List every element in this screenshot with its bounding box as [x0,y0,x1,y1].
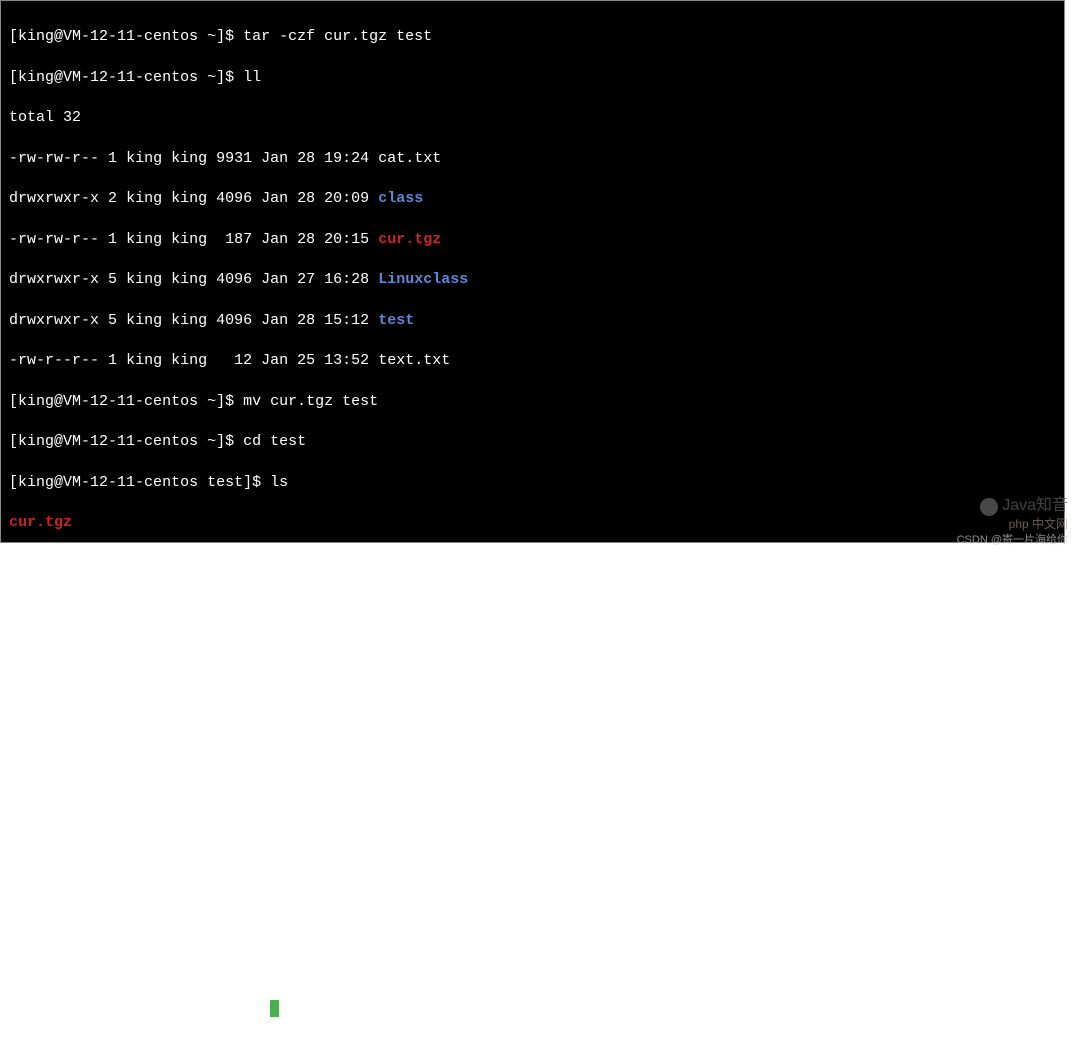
cursor-icon [270,1000,279,1017]
command-ls: ls [270,474,288,491]
ls-output-item: cur.tgz [9,513,1056,533]
ll-row: drwxrwxr-x 2 king king 4096 Jan 28 20:09… [9,189,1056,209]
command-tree: tree [270,595,306,612]
tree-line: ├── file [9,756,1056,776]
prompt-line: [king@VM-12-11-centos ~]$ tar -czf cur.t… [9,27,1056,47]
tree-line: └── test [9,716,1056,736]
ll-row: -rw-rw-r-- 1 king king 187 Jan 28 20:15 … [9,230,1056,250]
tree-line: ├── file22 [9,837,1056,857]
dir-name: class [378,190,423,207]
file-name: cat.txt [378,150,441,167]
tree-blank [9,918,1056,938]
prompt-at: @ [54,28,63,45]
file-name: text.txt [378,352,450,369]
command-cd: cd test [243,433,306,450]
terminal-window[interactable]: [king@VM-12-11-centos ~]$ tar -czf cur.t… [0,0,1065,543]
tree-summary: 5 directories, 1 file [9,959,1056,979]
prompt-line: [king@VM-12-11-centos test]$ ls [9,473,1056,493]
prompt-line: [king@VM-12-11-centos ~]$ cd test [9,432,1056,452]
tree-line: ├── cur.tgz [9,675,1056,695]
ll-row: -rw-rw-r-- 1 king king 9931 Jan 28 19:24… [9,149,1056,169]
prompt-host: VM-12-11-centos [63,28,198,45]
ll-row: drwxrwxr-x 5 king king 4096 Jan 27 16:28… [9,270,1056,290]
command-ll: ll [243,69,261,86]
prompt-path: ~ [207,28,216,45]
dir-name: test [378,312,414,329]
prompt-end: $ [225,28,234,45]
command-tar-extract: tar -xzf cur.tgz [270,555,414,572]
dir-name: Linuxclass [378,271,468,288]
ll-row: -rw-r--r-- 1 king king 12 Jan 25 13:52 t… [9,351,1056,371]
ll-row: drwxrwxr-x 5 king king 4096 Jan 28 15:12… [9,311,1056,331]
prompt-line: [king@VM-12-11-centos ~]$ mv cur.tgz tes… [9,392,1056,412]
tree-line: │ └── change [9,797,1056,817]
tree-line: └── file33 [9,878,1056,898]
ll-total: total 32 [9,108,1056,128]
tree-root: . [9,635,1056,655]
command-tar-create: tar -czf cur.tgz test [243,28,432,45]
prompt-line-active[interactable]: [king@VM-12-11-centos test]$ [9,999,1056,1019]
prompt-line: [king@VM-12-11-centos ~]$ ll [9,68,1056,88]
prompt-user: king [18,28,54,45]
prompt-open: [ [9,28,18,45]
prompt-line: [king@VM-12-11-centos test]$ tree [9,594,1056,614]
prompt-close: ] [216,28,225,45]
archive-name: cur.tgz [378,231,441,248]
prompt-line: [king@VM-12-11-centos test]$ tar -xzf cu… [9,554,1056,574]
command-mv: mv cur.tgz test [243,393,378,410]
